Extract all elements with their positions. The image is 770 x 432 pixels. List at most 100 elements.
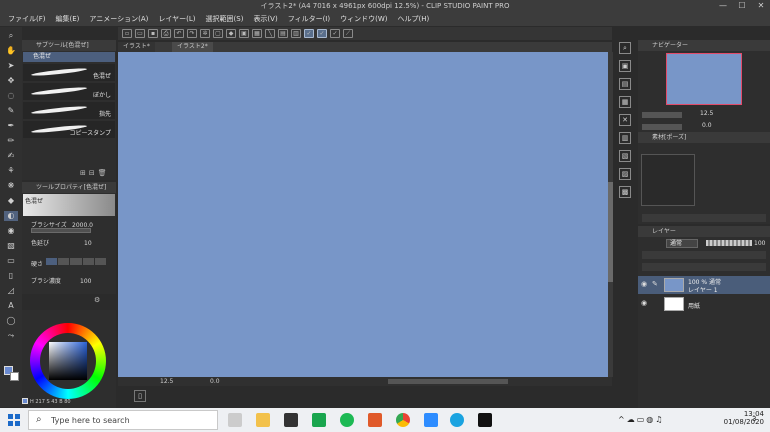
brush-size-slider[interactable]: [31, 228, 91, 233]
canvas-vertical-scrollbar[interactable]: [608, 52, 613, 377]
subtool-actions[interactable]: ⊞⊟🗑: [80, 169, 110, 177]
menu-layer[interactable]: レイヤー(L): [158, 14, 195, 24]
transform-icon[interactable]: ▣: [239, 29, 249, 38]
material-icon[interactable]: ▧: [619, 150, 631, 162]
airbrush-icon[interactable]: ⚘: [4, 166, 18, 176]
drawing-canvas[interactable]: [118, 52, 608, 377]
hand-icon[interactable]: ✋: [4, 46, 18, 56]
material-preview[interactable]: [641, 154, 695, 206]
brush-blend[interactable]: 色混ぜ: [23, 64, 115, 81]
system-tray-icons[interactable]: ^☁▭◍♫: [618, 415, 664, 424]
sub-view-icon[interactable]: ▤: [619, 78, 631, 90]
menu-view[interactable]: 表示(V): [253, 14, 277, 24]
menu-filter[interactable]: フィルター(I): [288, 14, 330, 24]
auto-action-icon[interactable]: ▩: [619, 186, 631, 198]
saturation-brightness-square[interactable]: [49, 342, 87, 380]
history-icon[interactable]: ▥: [619, 132, 631, 144]
pen-icon[interactable]: ✒: [4, 121, 18, 131]
eye-icon[interactable]: ◉: [641, 299, 647, 307]
navigator-zoom-slider[interactable]: [642, 112, 682, 118]
zoom-value[interactable]: 12.5: [160, 377, 173, 386]
correct-line-icon[interactable]: ⤳: [4, 331, 18, 341]
blend-icon[interactable]: ◐: [4, 211, 18, 221]
brush-copy-stamp[interactable]: コピースタンプ: [23, 121, 115, 138]
close-button[interactable]: ✕: [752, 0, 770, 12]
hardness-selector[interactable]: [46, 258, 107, 265]
selection-border-icon[interactable]: ▥: [291, 29, 301, 38]
subtool-group-tab[interactable]: 色混ぜ: [23, 52, 115, 62]
toolprop-settings-icon[interactable]: ⚙: [94, 296, 100, 304]
windows-start-icon[interactable]: [8, 414, 20, 426]
menu-selection[interactable]: 選択範囲(S): [206, 14, 244, 24]
background-color-swatch[interactable]: [10, 372, 19, 381]
color-stretch-value[interactable]: 10: [84, 240, 92, 247]
crop-icon[interactable]: ╲: [265, 29, 275, 38]
chrome-icon[interactable]: [396, 413, 410, 427]
tab-illustration-1[interactable]: イラスト*: [118, 42, 155, 52]
taskbar-search-box[interactable]: ⌕ Type here to search: [28, 410, 218, 430]
eraser-icon[interactable]: ◆: [4, 196, 18, 206]
save-icon[interactable]: ▪: [148, 29, 158, 38]
figure-icon[interactable]: ▭: [4, 256, 18, 266]
brush-finger-tip[interactable]: 指先: [23, 102, 115, 119]
snap-special-ruler-icon[interactable]: ✓: [317, 29, 327, 38]
navigator-zoom[interactable]: 12.5: [700, 110, 713, 117]
canvas-panel-toggle-icon[interactable]: ▯: [134, 390, 146, 402]
lasso-icon[interactable]: ◌: [4, 91, 18, 101]
fill-icon[interactable]: ◆: [226, 29, 236, 38]
close-panel-icon[interactable]: ✕: [619, 114, 631, 126]
layer-property-icon[interactable]: ▨: [619, 168, 631, 180]
edge-icon[interactable]: [450, 413, 464, 427]
balloon-icon[interactable]: ◯: [4, 316, 18, 326]
invert-selection-icon[interactable]: ▤: [278, 29, 288, 38]
navigator-toggle-icon[interactable]: ▣: [619, 60, 631, 72]
menu-animation[interactable]: アニメーション(A): [89, 14, 148, 24]
blend-mode-select[interactable]: 通常: [666, 239, 698, 248]
snap-grid-icon[interactable]: ✓: [330, 29, 340, 38]
navigator-preview[interactable]: [666, 53, 742, 105]
clear-icon[interactable]: ▢: [213, 29, 223, 38]
loading-icon[interactable]: ✲: [200, 29, 210, 38]
eye-icon[interactable]: ◉: [641, 280, 647, 288]
maximize-button[interactable]: ☐: [733, 0, 751, 12]
menu-window[interactable]: ウィンドウ(W): [340, 14, 387, 24]
density-value[interactable]: 100: [80, 278, 91, 285]
new-file-icon[interactable]: ▫: [122, 29, 132, 38]
undo-icon[interactable]: ↶: [174, 29, 184, 38]
decoration-icon[interactable]: ❋: [4, 181, 18, 191]
notification-badge[interactable]: 3: [752, 415, 756, 423]
deselect-icon[interactable]: ▦: [252, 29, 262, 38]
text-icon[interactable]: A: [4, 301, 18, 311]
print-icon[interactable]: ⎙: [161, 29, 171, 38]
menu-file[interactable]: ファイル(F): [8, 14, 46, 24]
snap-ruler-icon[interactable]: ✓: [304, 29, 314, 38]
canvas-horizontal-scrollbar[interactable]: [388, 379, 508, 384]
opacity-value[interactable]: 100: [754, 240, 765, 247]
netflix-icon[interactable]: [478, 413, 492, 427]
task-view-icon[interactable]: [228, 413, 242, 427]
zoom-icon[interactable]: ⌕: [4, 31, 18, 41]
fill-bucket-icon[interactable]: ◉: [4, 226, 18, 236]
spotify-icon[interactable]: [340, 413, 354, 427]
navigator-angle[interactable]: 0.0: [702, 122, 712, 129]
opacity-slider[interactable]: [706, 240, 752, 246]
main-color-swatch[interactable]: [22, 398, 28, 404]
material-toolbar[interactable]: [642, 214, 766, 222]
clock[interactable]: 13:04 01/08/2020: [724, 410, 764, 426]
layer-toolbar[interactable]: [642, 251, 766, 259]
file-explorer-icon[interactable]: [256, 413, 270, 427]
tab-illustration-2[interactable]: イラスト2*: [172, 42, 213, 52]
redo-icon[interactable]: ↷: [187, 29, 197, 38]
info-icon[interactable]: ▦: [619, 96, 631, 108]
office-app-icon[interactable]: [368, 413, 382, 427]
gradient-icon[interactable]: ▧: [4, 241, 18, 251]
menu-help[interactable]: ヘルプ(H): [397, 14, 429, 24]
layer-row[interactable]: ◉ 用紙: [638, 295, 770, 313]
clip-studio-icon[interactable]: [284, 413, 298, 427]
color-wheel[interactable]: [30, 323, 106, 399]
move-icon[interactable]: ✥: [4, 76, 18, 86]
line-app-icon[interactable]: [312, 413, 326, 427]
navigator-angle-slider[interactable]: [642, 124, 682, 130]
brush-blur[interactable]: ぼかし: [23, 83, 115, 100]
layer-actions-bar[interactable]: [642, 263, 766, 271]
